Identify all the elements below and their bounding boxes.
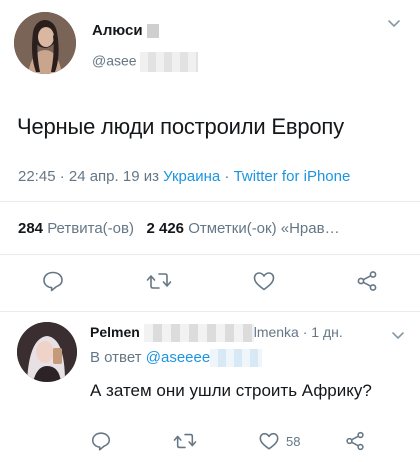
author-handle[interactable]: @asee <box>92 52 199 72</box>
reply-to-prefix: В ответ <box>90 349 146 366</box>
heart-icon <box>259 432 279 450</box>
tweet-text: Черные люди построили Европу <box>17 114 344 139</box>
divider <box>0 201 420 202</box>
reply-retweet-button[interactable] <box>170 426 200 456</box>
share-button[interactable] <box>352 266 382 296</box>
retweet-icon <box>173 433 197 449</box>
reply-author-line: Pelmen lmenka · 1 дн. <box>90 324 343 343</box>
chevron-down-icon[interactable] <box>386 16 402 32</box>
author-avatar[interactable] <box>14 12 76 74</box>
reply-like-button[interactable]: 58 <box>258 430 300 452</box>
redacted-block <box>143 324 254 343</box>
like-button[interactable] <box>249 266 279 296</box>
reply-button[interactable] <box>38 266 68 296</box>
divider <box>0 311 420 312</box>
retweets-count: 284 <box>18 220 44 237</box>
tweet-stats: 284 Ретвита(-ов) 2 426 Отметки(-ок) «Нра… <box>18 220 340 237</box>
avatar-photo <box>17 322 77 382</box>
redacted-block <box>210 349 263 368</box>
share-icon <box>357 271 377 291</box>
heart-icon <box>253 272 275 291</box>
reply-like-count: 58 <box>286 433 301 449</box>
meta-separator: · <box>220 168 234 185</box>
reply-share-button[interactable] <box>340 426 370 456</box>
reply-reply-button[interactable] <box>86 426 116 456</box>
redacted-block <box>140 52 199 72</box>
reply-author-avatar[interactable] <box>17 322 77 382</box>
divider <box>0 254 420 255</box>
reply-icon <box>91 432 111 451</box>
redacted-block <box>146 24 159 39</box>
retweets-label: Ретвита(-ов) <box>47 220 134 237</box>
avatar-photo <box>14 12 76 74</box>
chevron-down-icon[interactable] <box>390 328 406 344</box>
likes-label: Отметки(-ок) «Нрав… <box>188 220 340 237</box>
retweet-button[interactable] <box>144 266 174 296</box>
share-icon <box>346 431 364 451</box>
reply-text: А затем они ушли строить Африку? <box>90 381 372 400</box>
reply-icon <box>43 271 63 292</box>
tweet-location-link[interactable]: Украина <box>163 168 220 185</box>
reply-author-name[interactable]: Pelmen <box>90 324 140 340</box>
likes-stat[interactable]: 2 426 Отметки(-ок) «Нрав… <box>146 220 339 237</box>
reply-to-handle-link[interactable]: @aseeee <box>146 349 210 366</box>
reply-author-handle[interactable]: lmenka · 1 дн. <box>254 324 343 340</box>
author-name[interactable]: Алюси <box>92 22 159 39</box>
tweet-meta: 22:45 · 24 апр. 19 из Украина · Twitter … <box>18 168 350 185</box>
reply-to-line: В ответ @aseeee <box>90 349 263 368</box>
retweets-stat[interactable]: 284 Ретвита(-ов) <box>18 220 134 237</box>
retweet-icon <box>146 273 172 289</box>
likes-count: 2 426 <box>146 220 185 237</box>
tweet-time[interactable]: 22:45 · 24 апр. 19 из <box>18 168 163 185</box>
tweet-source-link[interactable]: Twitter for iPhone <box>234 168 351 185</box>
